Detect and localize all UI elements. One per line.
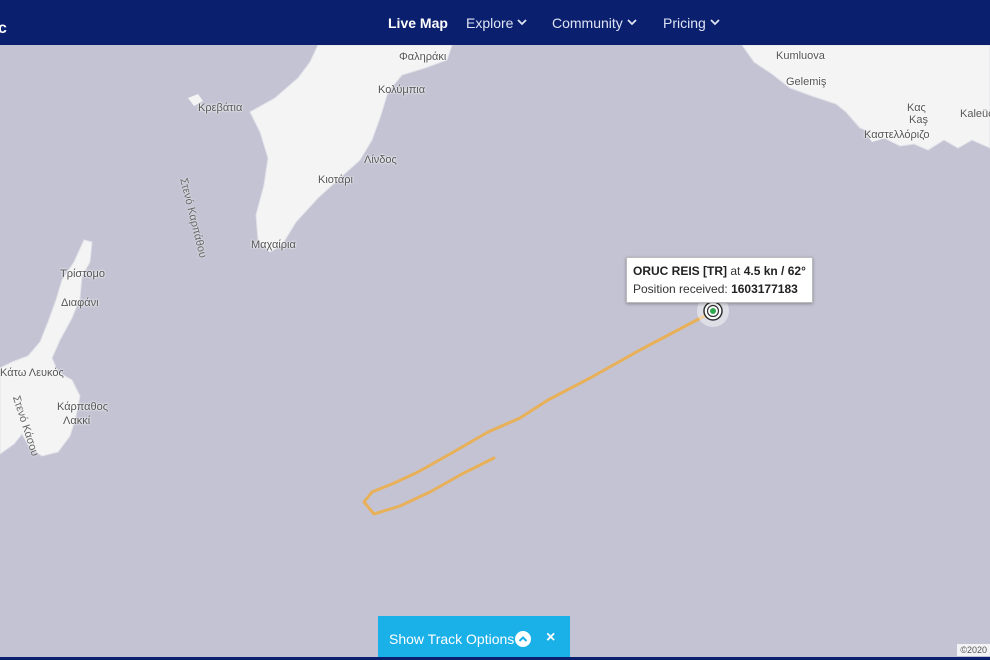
nav-community-label: Community bbox=[552, 15, 623, 31]
vessel-tooltip-line1: ORUC REIS [TR] at 4.5 kn / 62° bbox=[633, 262, 806, 280]
place-label-kas-greek: Κας bbox=[907, 102, 926, 114]
place-label-tristomo: Τρίστομο bbox=[60, 268, 105, 280]
nav-explore[interactable]: Explore bbox=[466, 15, 528, 31]
vessel-speed-course: 4.5 kn / 62° bbox=[743, 264, 806, 278]
sea-area bbox=[0, 45, 990, 660]
place-label-faliraki: Φαληράκι bbox=[399, 51, 447, 63]
vessel-tooltip: ORUC REIS [TR] at 4.5 kn / 62° Position … bbox=[626, 257, 813, 303]
track-options-bar: Show Track Options × bbox=[378, 616, 570, 660]
chevron-down-icon bbox=[517, 19, 528, 26]
nav-pricing-label: Pricing bbox=[663, 15, 706, 31]
map-attribution: ©2020 bbox=[957, 644, 990, 656]
chevron-up-circle-icon[interactable] bbox=[515, 631, 531, 647]
position-received-value: 1603177183 bbox=[731, 282, 798, 296]
chevron-down-icon bbox=[627, 19, 637, 26]
nav-community[interactable]: Community bbox=[552, 15, 637, 31]
nav-explore-label: Explore bbox=[466, 15, 514, 31]
nav-live-map[interactable]: Live Map bbox=[388, 15, 448, 31]
place-label-lakki: Λακκί bbox=[63, 415, 91, 427]
place-label-kumluova: Kumluova bbox=[776, 50, 825, 62]
place-label-kas: Kaş bbox=[909, 114, 928, 126]
vessel-tooltip-line2: Position received: 1603177183 bbox=[633, 280, 806, 298]
place-label-kolymbia: Κολύμπια bbox=[378, 84, 426, 96]
vessel-at-text: at bbox=[730, 264, 741, 278]
live-map-canvas[interactable]: Φαληράκι Κολύμπια Κρεβάτια Λίνδος Κιοτάρ… bbox=[0, 45, 990, 660]
place-label-kremasti: Κρεβάτια bbox=[198, 102, 243, 114]
place-label-kiotari: Κιοτάρι bbox=[318, 174, 353, 186]
position-received-label: Position received: bbox=[633, 282, 728, 296]
close-track-options-button[interactable]: × bbox=[546, 629, 555, 647]
show-track-options-button[interactable]: Show Track Options bbox=[389, 631, 514, 647]
nav-pricing[interactable]: Pricing bbox=[663, 15, 720, 31]
place-label-kaleucagiz: Kaleüc bbox=[960, 108, 990, 120]
place-label-karpathos: Κάρπαθος bbox=[57, 401, 108, 413]
vessel-name: ORUC REIS [TR] bbox=[633, 264, 727, 278]
place-label-gelemis: Gelemiş bbox=[786, 76, 827, 88]
chevron-down-icon bbox=[710, 19, 720, 26]
nav-live-map-label: Live Map bbox=[388, 15, 448, 31]
place-label-diafani: Διαφάνι bbox=[61, 297, 99, 309]
place-label-machairia: Μαχαίρια bbox=[251, 239, 296, 251]
place-label-lindos: Λίνδος bbox=[364, 154, 397, 166]
map-tiles bbox=[0, 45, 990, 660]
top-navbar: c Live Map Explore Community Pricing bbox=[0, 0, 990, 45]
place-label-kato-lefkos: Κάτω Λευκός bbox=[0, 367, 64, 379]
brand-logo[interactable]: c bbox=[0, 20, 7, 38]
place-label-kastellorizo: Καστελλόριζο bbox=[864, 129, 930, 141]
